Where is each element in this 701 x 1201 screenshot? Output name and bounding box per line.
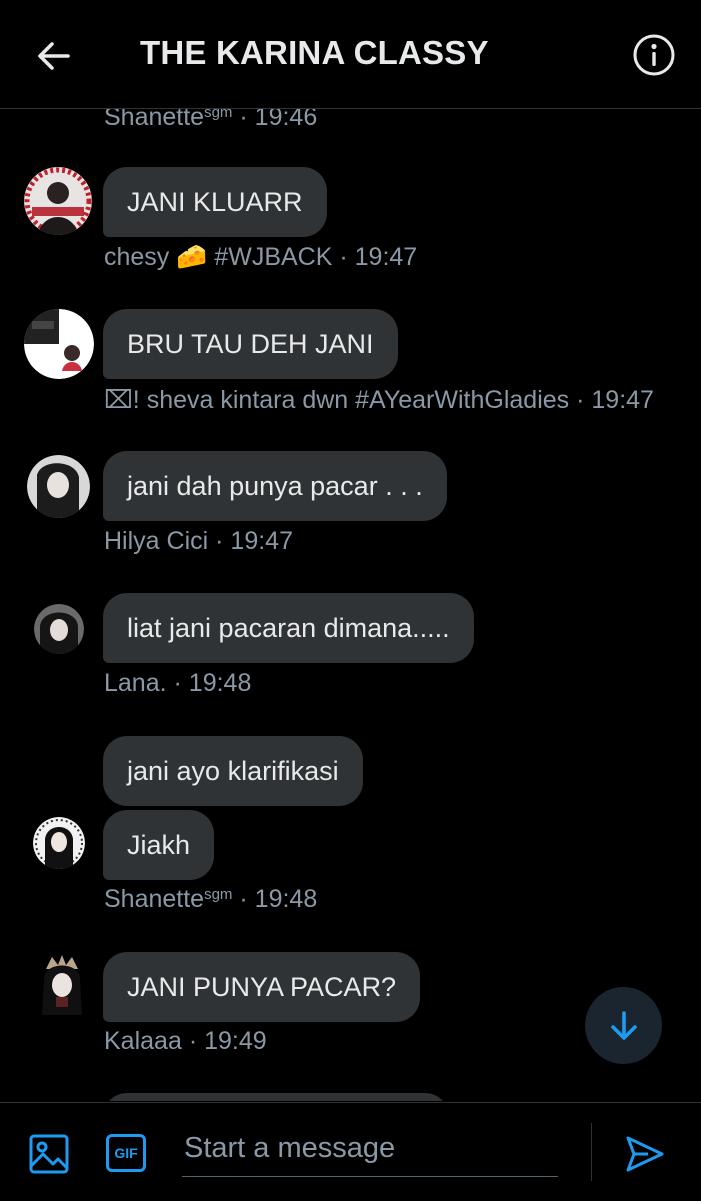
message-bubble[interactable]: JANI PUNYA PACAR? [103,952,421,1022]
avatar-image [24,167,92,235]
message-input[interactable] [182,1121,558,1177]
avatar[interactable] [32,953,92,1021]
send-button[interactable] [624,1133,666,1175]
message-bubble[interactable]: jani ayo klarifikasi [103,736,363,806]
sender-name[interactable]: Lana. [104,669,167,697]
sender-name[interactable]: Shanette [104,109,204,131]
message-list[interactable]: Shanettesgm · 19:46 JANI KLUARR chesy 🧀 … [0,109,701,1101]
conversation-title[interactable]: THE KARINA CLASSY [140,34,489,72]
avatar[interactable] [24,167,92,235]
avatar-image [33,817,85,869]
add-media-button[interactable] [28,1133,70,1175]
composer-divider [591,1123,592,1181]
arrow-left-icon [38,42,70,70]
avatar[interactable] [27,455,90,518]
arrow-down-icon [610,1010,637,1040]
message-bubble-partial[interactable] [103,1093,449,1101]
sender-name[interactable]: ⌧! sheva kintara dwn #AYearWithGladies [104,386,569,414]
message-meta: Shanettesgm · 19:46 [104,109,317,132]
message-time: · 19:49 [188,1027,267,1055]
message-time: · 19:46 [239,109,318,131]
image-icon [29,1134,69,1174]
sender-name[interactable]: Shanette [104,885,204,913]
gif-button[interactable]: GIF [106,1134,146,1172]
avatar-image [27,455,90,518]
message-bubble[interactable]: Jiakh [103,810,215,880]
message-bubble[interactable]: JANI KLUARR [103,167,327,237]
sender-suffix: sgm [204,109,233,121]
message-meta: Hilya Cici · 19:47 [104,527,293,556]
back-button[interactable] [34,36,74,76]
sender-name[interactable]: chesy 🧀 #WJBACK [104,243,332,271]
message-bubble[interactable]: BRU TAU DEH JANI [103,309,398,379]
sender-suffix: sgm [204,886,233,903]
avatar-image [42,955,82,1015]
message-meta: Lana. · 19:48 [104,669,251,698]
message-time: · 19:47 [576,386,654,414]
message-time: · 19:47 [215,527,293,555]
message-meta: ⌧! sheva kintara dwn #AYearWithGladies ·… [104,385,654,415]
message-time: · 19:48 [239,885,318,913]
avatar-image [34,604,84,654]
avatar[interactable] [34,604,84,654]
send-icon [626,1136,664,1172]
message-time: · 19:47 [339,243,418,271]
message-bubble[interactable]: liat jani pacaran dimana..... [103,593,474,663]
info-button[interactable] [632,33,676,77]
message-meta: Kalaaa · 19:49 [104,1027,267,1056]
message-meta: chesy 🧀 #WJBACK · 19:47 [104,243,417,272]
chat-header: THE KARINA CLASSY [0,0,701,109]
message-composer: GIF [0,1102,701,1201]
message-meta: Shanettesgm · 19:48 [104,885,317,914]
message-time: · 19:48 [173,669,252,697]
sender-name[interactable]: Kalaaa [104,1027,182,1055]
info-circle-icon [633,34,675,76]
avatar[interactable] [24,309,94,379]
avatar-image [24,309,94,379]
sender-name[interactable]: Hilya Cici [104,527,208,555]
scroll-to-bottom-button[interactable] [585,987,662,1064]
avatar[interactable] [33,817,85,869]
message-bubble[interactable]: jani dah punya pacar . . . [103,451,447,521]
